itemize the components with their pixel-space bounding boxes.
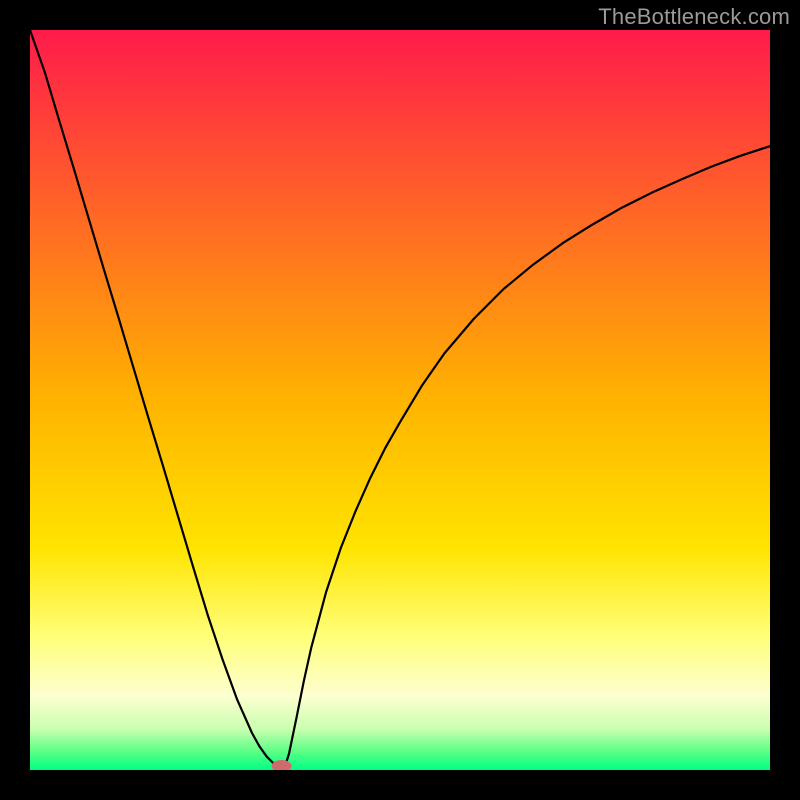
watermark-text: TheBottleneck.com	[598, 4, 790, 30]
plot-area	[30, 30, 770, 770]
chart-frame: TheBottleneck.com	[0, 0, 800, 800]
gradient-background	[30, 30, 770, 770]
bottleneck-chart	[30, 30, 770, 770]
